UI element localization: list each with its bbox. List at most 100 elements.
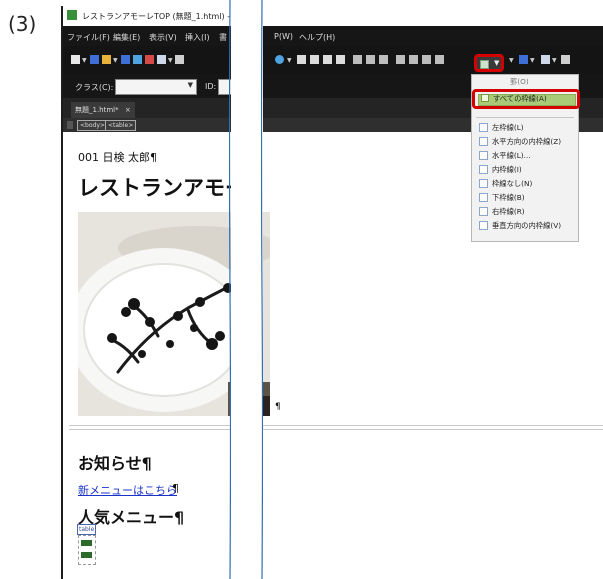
photo-pilcrow: ¶ xyxy=(275,402,281,412)
app-window: レストランアモーレTOP (無題_1.html) - Micro ファイル(F)… xyxy=(61,6,603,579)
menu-item-left-border[interactable]: 左枠線(L) xyxy=(472,121,578,134)
table-row[interactable] xyxy=(81,552,92,558)
save-icon[interactable] xyxy=(90,55,99,64)
menu-file[interactable]: ファイル(F) xyxy=(67,32,110,43)
menu-separator xyxy=(476,117,574,118)
increase-indent-icon[interactable] xyxy=(435,55,444,64)
tag-table[interactable]: <table> xyxy=(105,120,137,131)
horizontal-line-icon xyxy=(479,151,488,160)
align-right-icon[interactable] xyxy=(379,55,388,64)
menu-item-label: 水平方向の内枠線(Z) xyxy=(492,137,562,146)
all-borders-icon xyxy=(481,94,489,102)
tag-body[interactable]: <body> xyxy=(77,120,108,131)
numbered-list-icon[interactable] xyxy=(396,55,405,64)
right-border-icon xyxy=(479,207,488,216)
font-color-dropdown-icon[interactable]: ▼ xyxy=(530,57,535,64)
preview-dropdown-icon[interactable]: ▼ xyxy=(168,57,173,64)
left-border-icon xyxy=(479,123,488,132)
menu-item-label: 内枠線(I) xyxy=(492,165,522,174)
bottom-border-icon xyxy=(479,193,488,202)
underline-icon[interactable] xyxy=(323,55,332,64)
tab-document[interactable]: 無題_1.html* × xyxy=(71,102,135,118)
window-titlebar: レストランアモーレTOP (無題_1.html) - Micro xyxy=(63,6,603,26)
open-folder-icon[interactable] xyxy=(102,55,111,64)
table-placeholder[interactable] xyxy=(78,535,96,565)
menu-help[interactable]: ヘルプ(H) xyxy=(299,32,335,43)
step-number-label: (3) xyxy=(8,12,37,36)
id-label: ID: xyxy=(205,82,217,91)
tab-close-icon[interactable]: × xyxy=(125,106,131,114)
insert-table-icon[interactable] xyxy=(541,55,550,64)
publish-icon[interactable] xyxy=(133,55,142,64)
omission-gap xyxy=(231,0,263,579)
menu-bar: ファイル(F) 編集(E) 表示(V) 挿入(I) 書 P(W) ヘルプ(H) xyxy=(63,26,603,46)
inside-vertical-border-icon xyxy=(479,221,488,230)
menu-item-inside-border[interactable]: 内枠線(I) xyxy=(472,163,578,176)
insert-table-dropdown-icon[interactable]: ▼ xyxy=(552,57,557,64)
cut-line-left xyxy=(229,0,231,579)
menu-item-label: 右枠線(R) xyxy=(492,207,525,216)
menu-item-label: 枠線なし(N) xyxy=(492,179,533,188)
menu-item-right-border[interactable]: 右枠線(R) xyxy=(472,205,578,218)
page-heading: レストランアモー xyxy=(78,176,246,200)
menu-insert[interactable]: 挿入(I) xyxy=(185,32,210,43)
menu-item-no-border[interactable]: 枠線なし(N) xyxy=(472,177,578,190)
new-page-dropdown-icon[interactable]: ▼ xyxy=(82,57,87,64)
bold-icon[interactable] xyxy=(297,55,306,64)
class-label: クラス(C): xyxy=(75,83,114,92)
chevron-down-icon: ▼ xyxy=(187,81,193,89)
menu-item-bottom-border[interactable]: 下枠線(B) xyxy=(472,191,578,204)
tag-selector-scroll-button[interactable] xyxy=(67,121,73,129)
menu-item-label: 水平線(L)... xyxy=(492,151,531,160)
menu-item-inside-horizontal-border[interactable]: 水平方向の内枠線(Z) xyxy=(472,135,578,148)
table-row[interactable] xyxy=(81,540,92,546)
menu-item-label: すべての枠線(A) xyxy=(493,94,547,103)
new-menu-link[interactable]: 新メニューはこちら xyxy=(78,482,177,498)
inside-border-icon xyxy=(479,165,488,174)
toolbar-partial-icon[interactable] xyxy=(175,55,184,64)
new-page-icon[interactable] xyxy=(71,55,80,64)
news-heading: お知らせ¶ xyxy=(78,454,152,473)
border-dropdown-button[interactable]: ▼ xyxy=(474,54,504,72)
toolbar-edge-icon[interactable] xyxy=(561,55,570,64)
menu-item-horizontal-line[interactable]: 水平線(L)... xyxy=(472,149,578,162)
all-borders-icon xyxy=(480,60,489,69)
font-color-icon[interactable] xyxy=(519,55,528,64)
menu-item-label: 下枠線(B) xyxy=(492,193,525,202)
menu-window-partial[interactable]: P(W) xyxy=(274,32,293,41)
preview-icon[interactable] xyxy=(157,55,166,64)
open-dropdown-icon[interactable]: ▼ xyxy=(113,57,118,64)
no-border-icon xyxy=(479,179,488,188)
standard-toolbar: ▼ ▼ ▼ ▼ ▼ ▼ ▼ xyxy=(63,46,603,74)
redo-icon[interactable] xyxy=(275,55,284,64)
align-left-icon[interactable] xyxy=(353,55,362,64)
bullet-list-icon[interactable] xyxy=(409,55,418,64)
menu-view[interactable]: 表示(V) xyxy=(149,32,177,43)
align-center-icon[interactable] xyxy=(366,55,375,64)
class-select[interactable]: ▼ xyxy=(115,79,197,95)
border-menu-partial-item[interactable]: 罫(O) xyxy=(472,75,578,88)
menu-item-inside-vertical-border[interactable]: 垂直方向の内枠線(V) xyxy=(472,219,578,232)
menu-format-partial[interactable]: 書 xyxy=(219,32,227,43)
new-menu-link-pilcrow: ¶ xyxy=(172,482,179,495)
save-all-icon[interactable] xyxy=(121,55,130,64)
horizontal-rule xyxy=(69,425,603,426)
highlight-dropdown-icon[interactable]: ▼ xyxy=(509,57,514,64)
cut-line-right xyxy=(261,0,263,579)
decrease-indent-icon[interactable] xyxy=(422,55,431,64)
strikethrough-icon[interactable] xyxy=(336,55,345,64)
redo-dropdown-icon[interactable]: ▼ xyxy=(287,57,292,64)
app-icon xyxy=(67,10,77,20)
sp-icon[interactable] xyxy=(145,55,154,64)
menu-edit[interactable]: 編集(E) xyxy=(113,32,140,43)
menu-item-label: 垂直方向の内枠線(V) xyxy=(492,221,562,230)
italic-icon[interactable] xyxy=(310,55,319,64)
border-menu: 罫(O) 左枠線(L) 水平方向の内枠線(Z) 水平線(L)... 内枠線(I)… xyxy=(471,74,580,242)
inside-horizontal-border-icon xyxy=(479,137,488,146)
chevron-down-icon: ▼ xyxy=(494,59,500,67)
border-menu-partial-label: 罫(O) xyxy=(510,77,529,86)
author-line: 001 日検 太郎¶ xyxy=(78,151,157,164)
table-tag-label[interactable]: table xyxy=(77,524,97,535)
menu-item-all-borders[interactable]: すべての枠線(A) xyxy=(472,89,580,109)
horizontal-rule-second xyxy=(69,429,603,430)
